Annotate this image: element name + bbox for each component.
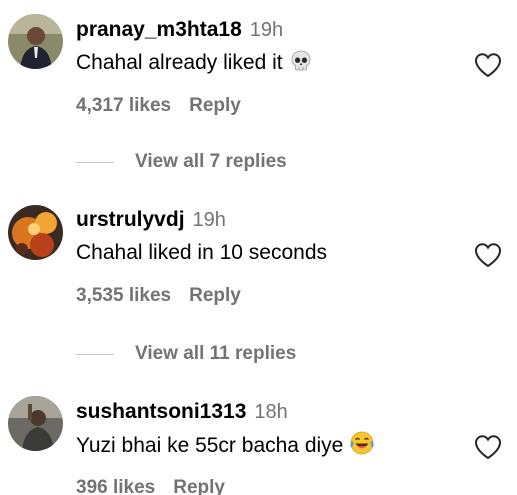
comments-list: pranay_m3hta18 19h Chahal already liked i… [0,0,517,495]
heart-outline-icon[interactable] [474,52,502,78]
avatar[interactable] [8,14,63,69]
comment-meta: 3,535 likes Reply [76,283,241,309]
skull-emoji-icon [289,49,313,82]
like-count[interactable]: 4,317 likes [76,95,171,116]
replies-divider [76,162,114,163]
comment-text-content: Chahal already liked it [76,51,283,74]
comment-item: pranay_m3hta18 19h Chahal already liked i… [0,14,517,126]
username-link[interactable]: urstrulyvdj [76,208,185,231]
comment-text-content: Yuzi bhai ke 55cr bacha diye [76,434,344,457]
replies-divider [76,354,114,355]
like-count[interactable]: 3,535 likes [76,285,171,306]
username-link[interactable]: pranay_m3hta18 [76,18,242,41]
comment-text: Chahal liked in 10 seconds [76,238,327,268]
face-with-tears-of-joy-emoji-icon [349,430,375,465]
timestamp: 18h [254,401,288,423]
comment-text: Yuzi bhai ke 55cr bacha diye [76,430,375,465]
reply-button[interactable]: Reply [173,477,225,495]
comment-text-content: Chahal liked in 10 seconds [76,241,327,264]
timestamp: 19h [249,19,284,41]
view-replies-label: View all 7 replies [135,151,287,172]
view-replies-button[interactable]: View all 7 replies [76,149,436,175]
comment-meta: 396 likes Reply [76,475,225,495]
heart-outline-icon[interactable] [474,434,502,460]
username-link[interactable]: sushantsoni1313 [76,400,246,423]
comment-header: pranay_m3hta18 19h [76,16,283,46]
comment-header: sushantsoni1313 18h [76,398,288,428]
comment-meta: 4,317 likes Reply [76,93,241,119]
timestamp: 19h [192,209,226,231]
comment-text: Chahal already liked it [76,48,313,82]
like-count[interactable]: 396 likes [76,477,155,495]
view-replies-button[interactable]: View all 11 replies [76,341,436,367]
comment-item: sushantsoni1313 18h Yuzi bhai ke 55cr bac… [0,396,517,495]
comment-header: urstrulyvdj 19h [76,206,226,236]
comment-item: urstrulyvdj 19h Chahal liked in 10 second… [0,205,517,316]
reply-button[interactable]: Reply [189,95,241,116]
reply-button[interactable]: Reply [189,285,241,306]
avatar[interactable] [8,205,63,260]
view-replies-label: View all 11 replies [135,343,297,364]
heart-outline-icon[interactable] [474,242,502,268]
avatar[interactable] [8,396,63,451]
